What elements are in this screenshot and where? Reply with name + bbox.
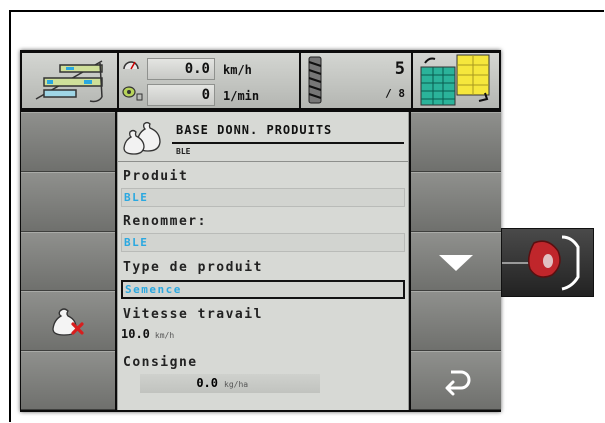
softkey-left-1[interactable] (21, 112, 115, 172)
panel-header: BASE DONN. PRODUITS BLE (118, 116, 408, 160)
triangle-down-icon (439, 255, 473, 271)
knob-icon (502, 235, 580, 291)
implement-sections-icon (35, 60, 103, 103)
type-produit-value: Semence (125, 283, 182, 296)
consigne-field[interactable]: 0.0 kg/ha (140, 374, 320, 393)
scroll-down-button[interactable] (411, 232, 501, 291)
product-database-panel: BASE DONN. PRODUITS BLE Produit BLE Reno… (117, 112, 409, 410)
produit-value: BLE (124, 191, 149, 204)
softkey-left-2[interactable] (21, 172, 115, 232)
page-title: BASE DONN. PRODUITS (176, 123, 333, 137)
section-count: 5 (394, 59, 405, 79)
back-button[interactable] (411, 351, 501, 410)
field-map-button[interactable] (413, 53, 499, 108)
section-total: / 8 (385, 87, 405, 100)
renommer-value: BLE (124, 236, 149, 249)
speed-unit: km/h (223, 63, 252, 77)
title-separator (118, 161, 408, 162)
pto-shaft-icon (122, 86, 143, 101)
field-coverage-icon (420, 54, 490, 106)
title-divider (172, 142, 404, 144)
consigne-value: 0.0 (196, 376, 218, 390)
return-arrow-icon (445, 370, 471, 396)
softkey-right-2[interactable] (411, 172, 501, 232)
rpm-value: 0 (201, 87, 210, 103)
tyre-tread-icon (308, 56, 322, 104)
softkey-right-1[interactable] (411, 112, 501, 172)
produit-label: Produit (123, 169, 189, 184)
rotary-knob-hint (501, 228, 594, 297)
terminal-screen: 0.0 km/h 0 1/min 5 / 8 BASE DONN. PRODUI… (20, 50, 501, 412)
machine-config-button[interactable] (22, 53, 117, 108)
section-counter: 5 / 8 (301, 53, 411, 108)
consigne-label: Consigne (123, 355, 198, 370)
vitesse-travail-value: 10.0 (121, 327, 150, 341)
bag-delete-icon (52, 308, 84, 336)
softkey-left-3[interactable] (21, 232, 115, 291)
speed-value-box: 0.0 (147, 58, 215, 80)
type-produit-field[interactable]: Semence (121, 280, 405, 299)
speed-rpm-readout: 0.0 km/h 0 1/min (119, 53, 299, 108)
speedometer-icon (123, 61, 139, 70)
vitesse-travail-label: Vitesse travail (123, 307, 263, 322)
page-subtitle: BLE (176, 147, 191, 156)
vitesse-travail-field[interactable]: 10.0 km/h (121, 325, 174, 344)
renommer-label: Renommer: (123, 214, 207, 229)
rpm-unit: 1/min (223, 89, 260, 103)
softkey-right-4[interactable] (411, 291, 501, 351)
status-header: 0.0 km/h 0 1/min 5 / 8 (20, 50, 501, 112)
seed-bags-icon (123, 121, 161, 155)
vitesse-travail-unit: km/h (154, 331, 175, 340)
type-produit-label: Type de produit (123, 260, 263, 275)
renommer-field[interactable]: BLE (121, 233, 405, 252)
left-softkey-column (21, 112, 115, 410)
softkey-left-5[interactable] (21, 351, 115, 410)
produit-field[interactable]: BLE (121, 188, 405, 207)
speed-value: 0.0 (184, 61, 210, 77)
rpm-value-box: 0 (147, 84, 215, 106)
right-softkey-column (411, 112, 501, 410)
delete-product-button[interactable] (21, 291, 115, 351)
consigne-unit: kg/ha (224, 380, 249, 389)
